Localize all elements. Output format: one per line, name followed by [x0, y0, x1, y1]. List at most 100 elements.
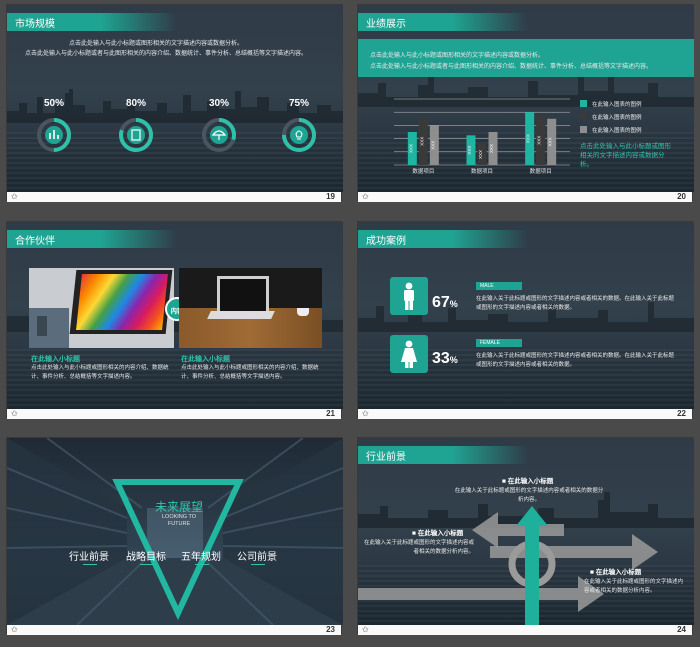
- category-label: 数据项目: [471, 167, 493, 175]
- item-3-title: ■ 在此输入小标题: [590, 569, 642, 576]
- progress-ring-3: [202, 118, 236, 152]
- female-icon-box: [390, 335, 428, 373]
- legend-swatch-1: [580, 100, 587, 107]
- slide-footer: ✩ 22: [358, 409, 692, 419]
- slide-number: 23: [326, 625, 335, 634]
- slide-background: 市场规模 点击此处输入与此小标题或图形相关的文字描述内容或数据分析。 点击此处输…: [7, 5, 343, 192]
- left-subtitle: 在此输入小标题: [31, 356, 80, 363]
- bar-label: XXX: [478, 150, 483, 159]
- menu-item-industry[interactable]: 行业前景: [69, 548, 109, 563]
- item-1-title: ■ 在此输入小标题: [502, 478, 554, 485]
- bar-label: XXX: [537, 136, 542, 145]
- corridor-background: [7, 438, 343, 625]
- slide-21[interactable]: 合作伙伴 内容 在此输入小标题 点击此处输入与此小标题或图形相关的内容介绍、数据…: [6, 221, 343, 419]
- slide-background: 行业前景 ■ 在此输入小标题 在此输入关于此标题或图形的文字描述内容或者相关的数…: [358, 438, 694, 625]
- female-percent: 33%: [432, 350, 458, 368]
- progress-ring-4: [282, 118, 316, 152]
- bar-label: XXX: [430, 141, 435, 150]
- slide-22[interactable]: 成功案例 67% MALE 在此输入关于此标题或图形的文字描述内容或者相关的数据…: [357, 221, 694, 419]
- slide-background: 成功案例 67% MALE 在此输入关于此标题或图形的文字描述内容或者相关的数据…: [358, 222, 694, 409]
- slide-title: 成功案例: [366, 236, 406, 247]
- laptop-photo: [179, 268, 322, 348]
- slide-number: 22: [677, 409, 686, 418]
- menu-item-strategy[interactable]: 战略目标: [126, 548, 166, 563]
- percent-sign: %: [449, 355, 458, 365]
- stat-pct-1: 50%: [43, 98, 64, 109]
- male-icon: [404, 282, 414, 310]
- right-subtitle: 在此输入小标题: [181, 356, 230, 363]
- menu-underline: [251, 564, 265, 565]
- percent-sign: %: [449, 299, 458, 309]
- slide-number: 20: [677, 192, 686, 201]
- item-2-title: ■ 在此输入小标题: [412, 530, 464, 537]
- legend-label-3: 在此输入图表的图例: [592, 128, 642, 134]
- slide-footer: ✩ 19: [7, 192, 341, 202]
- intro-line-1: 点击此处输入与此小标题或图形相关的文字描述内容或数据分析。: [69, 41, 244, 47]
- bar-label: XXX: [548, 137, 553, 146]
- male-percent-value: 67: [432, 294, 450, 311]
- menu-underline: [83, 564, 97, 565]
- bar-label: XXX: [467, 146, 472, 155]
- intro-line-2: 点击此处输入与此小标题或者与此图形相关的内容介绍、数据统计、事件分析、总结概括等…: [25, 51, 308, 57]
- item-2-text: 在此输入关于此标题或图形的文字描述内容或者相关的数据分析内容。: [364, 540, 475, 555]
- male-tag: MALE: [476, 282, 522, 290]
- item-3-text: 在此输入关于此标题或图形的文字描述内容或者相关的数据分析内容。: [584, 579, 684, 594]
- menu-underline: [140, 564, 154, 565]
- title-bar: 市场规模: [7, 13, 177, 31]
- male-icon-box: [390, 277, 428, 315]
- category-label: 数据项目: [530, 167, 552, 175]
- bar-label: XXX: [526, 134, 531, 143]
- slide-number: 19: [326, 192, 335, 201]
- slide-background: 未来展望 LOOKING TO FUTURE 行业前景 战略目标 五年规划 公司…: [7, 438, 343, 625]
- female-percent-value: 33: [432, 350, 450, 367]
- slide-footer: ✩ 21: [7, 409, 341, 419]
- star-icon: ✩: [11, 409, 18, 418]
- slide-title: 合作伙伴: [15, 236, 55, 247]
- legend-swatch-2: [580, 113, 587, 120]
- slide-20[interactable]: 业绩展示 点击此处输入与此小标题或图形相关的文字描述内容或数据分析。 点击此处输…: [357, 4, 694, 202]
- arrows-diagram: [358, 506, 658, 625]
- chart-note: 点击此处输入与此小标题或图形相关的文字描述内容或数据分析。: [580, 143, 671, 168]
- slide-19[interactable]: 市场规模 点击此处输入与此小标题或图形相关的文字描述内容或数据分析。 点击此处输…: [6, 4, 343, 202]
- male-percent: 67%: [432, 294, 458, 312]
- category-label: 数据项目: [412, 167, 434, 175]
- legend-label-1: 在此输入图表的图例: [592, 102, 642, 108]
- title-bar: 成功案例: [358, 230, 528, 248]
- star-icon: ✩: [362, 625, 369, 634]
- slide-footer: ✩ 20: [358, 192, 692, 202]
- bar-label: XXX: [419, 137, 424, 146]
- future-en-1: LOOKING TO: [161, 514, 197, 520]
- slide-background: 业绩展示 点击此处输入与此小标题或图形相关的文字描述内容或数据分析。 点击此处输…: [358, 5, 694, 192]
- female-tag: FEMALE: [476, 339, 522, 347]
- star-icon: ✩: [11, 625, 18, 634]
- female-icon: [401, 340, 417, 368]
- bar-label: XXX: [489, 144, 494, 153]
- left-text: 点击此处输入与此小标题或图形相关的内容介绍、数据统计、事件分析、总结概括等文字描…: [31, 365, 169, 380]
- male-text: 在此输入关于此标题或图形的文字描述内容或者相关的数据。在此输入关于此标题或图形的…: [476, 296, 675, 311]
- stat-pct-4: 75%: [288, 98, 309, 109]
- future-en-2: FUTURE: [167, 521, 191, 527]
- menu-item-five-year[interactable]: 五年规划: [181, 548, 221, 563]
- bar-label: XXX: [408, 144, 413, 153]
- star-icon: ✩: [362, 192, 369, 201]
- stat-pct-3: 30%: [208, 98, 229, 109]
- star-icon: ✩: [362, 409, 369, 418]
- item-1-text: 在此输入关于此标题或图形的文字描述内容或者相关的数据分析内容。: [454, 488, 604, 503]
- progress-ring-2: [119, 118, 153, 152]
- slide-title: 市场规模: [15, 19, 55, 30]
- legend-swatch-3: [580, 126, 587, 133]
- menu-underline: [195, 564, 209, 565]
- star-icon: ✩: [11, 192, 18, 201]
- tablet-photo: [29, 268, 174, 348]
- legend-label-2: 在此输入图表的图例: [592, 115, 642, 121]
- slide-23[interactable]: 未来展望 LOOKING TO FUTURE 行业前景 战略目标 五年规划 公司…: [6, 437, 343, 635]
- slide-footer: ✩ 23: [7, 625, 341, 635]
- title-bar: 合作伙伴: [7, 230, 177, 248]
- slide-24[interactable]: 行业前景 ■ 在此输入小标题 在此输入关于此标题或图形的文字描述内容或者相关的数…: [357, 437, 694, 635]
- stat-pct-2: 80%: [125, 98, 146, 109]
- slide-footer: ✩ 24: [358, 625, 692, 635]
- menu-item-company[interactable]: 公司前景: [237, 548, 277, 563]
- slide-number: 21: [326, 409, 335, 418]
- right-text: 点击此处输入与此小标题或图形相关的内容介绍、数据统计、事件分析、总结概括等文字描…: [181, 365, 319, 380]
- slide-background: 合作伙伴 内容 在此输入小标题 点击此处输入与此小标题或图形相关的内容介绍、数据…: [7, 222, 343, 409]
